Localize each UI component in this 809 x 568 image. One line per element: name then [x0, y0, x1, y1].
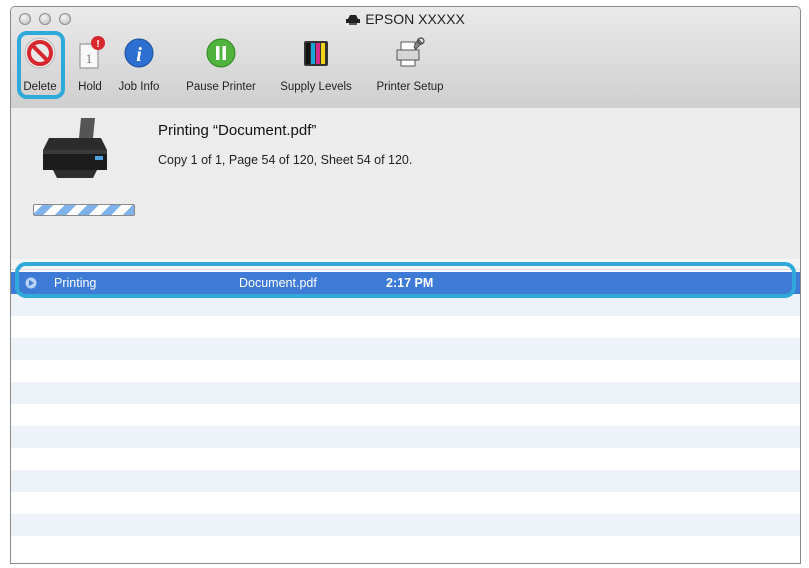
printer-setup-icon: [396, 37, 425, 67]
empty-row: [11, 426, 800, 448]
delete-button[interactable]: Delete: [13, 31, 67, 101]
empty-row: [11, 338, 800, 360]
printer-icon: [43, 118, 107, 178]
hold-button[interactable]: 1 ! Hold: [73, 31, 107, 101]
supply-levels-label: Supply Levels: [280, 81, 352, 93]
delete-label: Delete: [23, 81, 57, 93]
job-arrow-icon: [25, 277, 37, 289]
svg-text:1: 1: [86, 51, 93, 66]
empty-row: [11, 536, 800, 558]
status-detail: Copy 1 of 1, Page 54 of 120, Sheet 54 of…: [158, 153, 413, 167]
info-icon: i: [124, 38, 154, 68]
printer-setup-label: Printer Setup: [376, 81, 444, 93]
printer-setup-button[interactable]: Printer Setup: [361, 31, 459, 101]
empty-row: [11, 360, 800, 382]
job-status: Printing: [54, 276, 97, 290]
svg-text:!: !: [96, 39, 99, 50]
no-entry-icon: [24, 37, 56, 69]
job-row[interactable]: Printing Document.pdf 2:17 PM: [11, 272, 800, 294]
job-time: 2:17 PM: [386, 276, 434, 290]
print-queue-window: EPSON XXXXX Delete 1 ! Hold i Job Info P…: [10, 6, 801, 564]
ink-levels-icon: [304, 41, 328, 66]
job-name: Document.pdf: [239, 276, 317, 290]
empty-row: [11, 382, 800, 404]
empty-row: [11, 448, 800, 470]
job-info-label: Job Info: [118, 81, 160, 93]
status-area: Printing “Document.pdf” Copy 1 of 1, Pag…: [11, 108, 800, 260]
status-title: Printing “Document.pdf”: [158, 122, 317, 139]
toolbar: Delete 1 ! Hold i Job Info Pause Printer…: [11, 31, 800, 101]
printer-title-icon: [346, 15, 361, 25]
progress-bar: [33, 204, 135, 216]
pause-icon: [206, 38, 236, 68]
empty-row: [11, 316, 800, 338]
hold-document-icon: 1 !: [79, 36, 105, 69]
svg-text:i: i: [136, 44, 142, 66]
empty-row: [11, 404, 800, 426]
hold-label: Hold: [78, 81, 102, 93]
empty-row: [11, 294, 800, 316]
pause-printer-button[interactable]: Pause Printer: [173, 31, 269, 101]
pause-printer-label: Pause Printer: [186, 81, 256, 93]
empty-row: [11, 470, 800, 492]
window-title: EPSON XXXXX: [11, 11, 800, 27]
empty-row: [11, 514, 800, 536]
job-list-header: [11, 259, 800, 270]
empty-row: [11, 492, 800, 514]
job-info-button[interactable]: i Job Info: [111, 31, 167, 101]
window-title-text: EPSON XXXXX: [365, 11, 465, 27]
supply-levels-button[interactable]: Supply Levels: [265, 31, 367, 101]
title-bar: EPSON XXXXX Delete 1 ! Hold i Job Info P…: [11, 7, 800, 109]
